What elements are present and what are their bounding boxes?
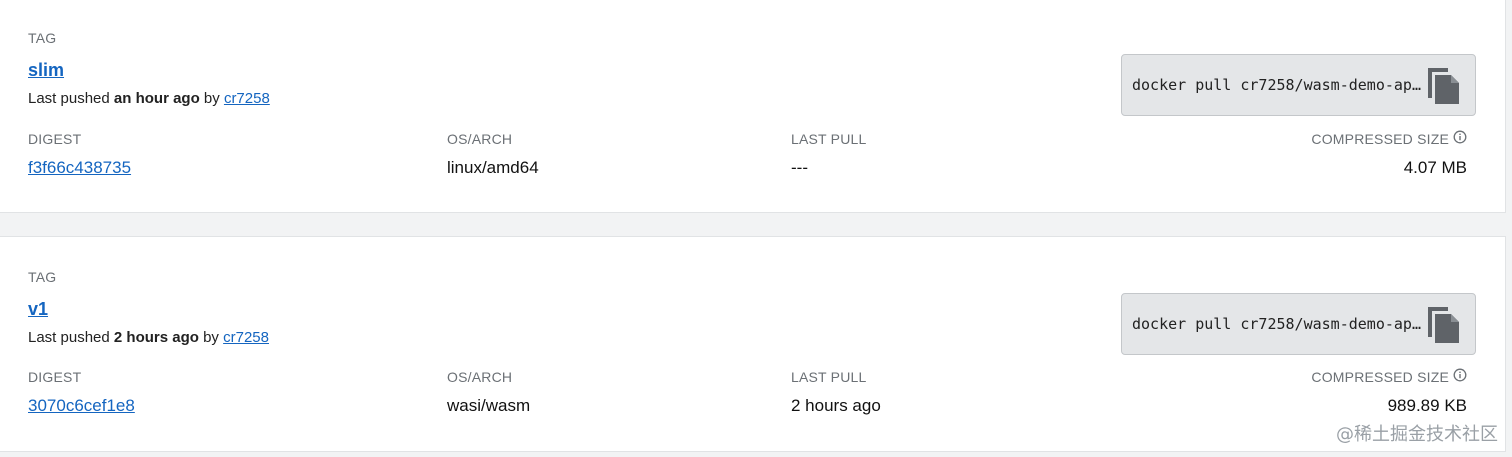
pull-command-text: docker pull cr7258/wasm-demo-ap… <box>1132 315 1421 333</box>
last-pull-label: LAST PULL <box>791 369 867 385</box>
pushed-prefix: Last pushed <box>28 329 114 346</box>
pushed-user-link[interactable]: cr7258 <box>223 329 269 346</box>
pushed-time: 2 hours ago <box>113 329 199 346</box>
watermark: @稀土掘金技术社区 <box>1336 424 1498 445</box>
pull-command-box[interactable]: docker pull cr7258/wasm-demo-ap… <box>1121 54 1476 116</box>
os-arch-label: OS/ARCH <box>447 369 513 385</box>
digest-label: DIGEST <box>28 131 82 147</box>
tag-label: TAG <box>28 30 57 46</box>
os-arch-label: OS/ARCH <box>447 131 513 147</box>
pushed-by: by <box>198 329 224 346</box>
digest-link[interactable]: 3070c6cef1e8 <box>28 396 135 416</box>
compressed-size-value: 4.07 MB <box>1403 158 1467 177</box>
pull-command-text: docker pull cr7258/wasm-demo-ap… <box>1132 76 1421 94</box>
pushed-by: by <box>199 90 224 107</box>
info-icon[interactable] <box>1453 368 1467 382</box>
digest-link[interactable]: f3f66c438735 <box>28 158 131 178</box>
copy-icon[interactable] <box>1425 305 1461 345</box>
last-pull-value: --- <box>791 158 808 177</box>
last-pull-label: LAST PULL <box>791 131 867 147</box>
pushed-prefix: Last pushed <box>28 90 114 107</box>
os-arch-value: wasi/wasm <box>447 396 531 415</box>
pull-command-box[interactable]: docker pull cr7258/wasm-demo-ap… <box>1121 293 1476 355</box>
tag-card-v1: TAG v1 Last pushed 2 hours ago by cr7258… <box>0 236 1506 452</box>
tag-label: TAG <box>28 269 57 285</box>
pushed-time: an hour ago <box>113 90 200 107</box>
tag-card-slim: TAG slim Last pushed an hour ago by cr72… <box>0 0 1506 213</box>
tag-name-link[interactable]: slim <box>28 60 64 81</box>
digest-label: DIGEST <box>28 369 82 385</box>
pushed-user-link[interactable]: cr7258 <box>224 90 270 107</box>
compressed-size-label: COMPRESSED SIZE <box>1311 131 1449 147</box>
info-icon[interactable] <box>1453 130 1467 144</box>
last-pushed-info: Last pushed 2 hours ago by cr7258 <box>28 329 269 346</box>
compressed-size-value: 989.89 KB <box>1387 396 1467 415</box>
os-arch-value: linux/amd64 <box>447 158 539 177</box>
last-pushed-info: Last pushed an hour ago by cr7258 <box>28 90 270 107</box>
tag-name-link[interactable]: v1 <box>28 299 48 320</box>
last-pull-value: 2 hours ago <box>791 396 881 415</box>
copy-icon[interactable] <box>1425 66 1461 106</box>
compressed-size-label: COMPRESSED SIZE <box>1311 369 1449 385</box>
